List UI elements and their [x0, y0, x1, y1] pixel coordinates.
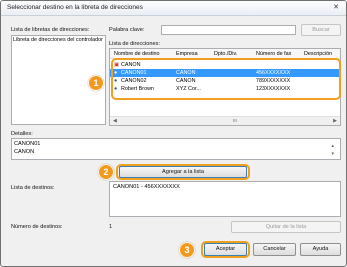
dest-list-label: Lista de destinos: [11, 185, 55, 191]
details-box: CANON01 CANON ▴ ▾ [11, 138, 341, 160]
scroll-up-icon[interactable]: ▴ [331, 143, 334, 149]
keyword-label: Palabra clave: [109, 27, 145, 33]
dest-list-item[interactable]: CANON01 - 456XXXXXXX [113, 184, 180, 190]
close-icon[interactable]: ✕ [329, 3, 343, 13]
callout-badge-1: 1 [88, 75, 104, 91]
col-header-description[interactable]: Descripción [304, 51, 332, 57]
destinations-label: Lista de direcciones: [109, 41, 160, 47]
callout-badge-2: 2 [98, 164, 114, 180]
col-header-company[interactable]: Empresa [176, 51, 198, 57]
details-line: CANON [14, 149, 35, 155]
address-book-item[interactable]: Libreta de direcciones del controlador [13, 37, 104, 43]
accept-button[interactable]: Aceptar [204, 243, 247, 256]
title-bar: Seleccionar destino en la libreta de dir… [1, 1, 346, 16]
callout-badge-3: 3 [179, 242, 195, 258]
scroll-down-icon[interactable]: ▾ [331, 151, 334, 157]
col-header-dept[interactable]: Dpto./Div. [214, 51, 237, 57]
col-header-name[interactable]: Nombre de destino [114, 51, 160, 57]
scroll-marker: III [233, 118, 237, 123]
window-title: Seleccionar destino en la libreta de dir… [7, 4, 143, 11]
dest-list-box[interactable]: CANON01 - 456XXXXXXX [109, 181, 341, 217]
scroll-right-icon[interactable]: ▶ [333, 118, 337, 124]
col-header-fax[interactable]: Número de fax [256, 51, 291, 57]
count-value: 1 [109, 224, 113, 230]
horizontal-scrollbar[interactable]: ◀ III ▶ [110, 116, 340, 125]
cancel-button[interactable]: Cancelar [253, 243, 296, 256]
dialog-window: Seleccionar destino en la libreta de dir… [0, 0, 347, 267]
keyword-input[interactable] [161, 25, 296, 35]
details-line: CANON01 [14, 141, 41, 147]
callout-highlight-1 [111, 58, 341, 100]
remove-from-list-button[interactable]: Quitar de la lista [231, 221, 341, 233]
help-button[interactable]: Ayuda [300, 243, 341, 256]
count-label: Número de destinos: [11, 224, 63, 230]
details-label: Detalles: [11, 131, 33, 137]
address-books-label: Lista de libretas de direcciones: [11, 27, 90, 33]
scroll-left-icon[interactable]: ◀ [113, 118, 117, 124]
search-button[interactable]: Buscar [301, 24, 341, 36]
add-to-list-button[interactable]: Agregar a la lista [119, 166, 247, 178]
